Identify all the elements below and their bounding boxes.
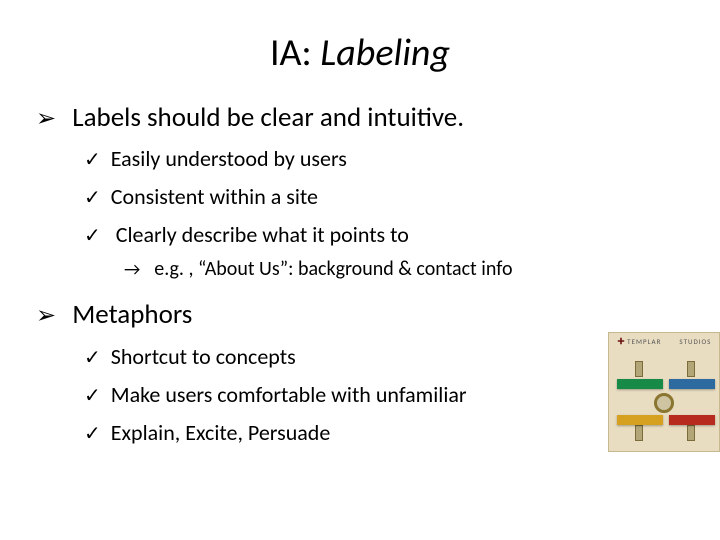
bullet-text: Consistent within a site (111, 183, 318, 210)
sub-bullet: Consistent within a site (84, 182, 684, 212)
tower-icon (687, 425, 695, 441)
tower-icon (635, 425, 643, 441)
banner-red (669, 415, 715, 425)
banner-blue (669, 379, 715, 389)
bullet-text: Metaphors (72, 298, 192, 331)
sub-bullet: Clearly describe what it points to e.g. … (84, 220, 684, 283)
metaphor-illustration: TEMPLAR STUDIOS (608, 332, 720, 452)
tower-icon (687, 361, 695, 377)
illus-logo-right-text: STUDIOS (679, 337, 711, 346)
sub-bullet: Make users comfortable with unfamiliar (84, 380, 684, 410)
slide-body: Labels should be clear and intuitive. Ea… (36, 100, 684, 448)
illus-logo-right: STUDIOS (679, 337, 711, 346)
bullet-text: e.g. , “About Us”: background & contact … (154, 257, 512, 281)
bullet-text: Labels should be clear and intuitive. (72, 101, 464, 134)
subsublist: e.g. , “About Us”: background & contact … (124, 256, 684, 283)
illus-logo-left: TEMPLAR (617, 337, 662, 346)
bullet-text: Easily understood by users (111, 145, 347, 172)
sub-bullet: Explain, Excite, Persuade (84, 418, 684, 448)
bullet-text: Make users comfortable with unfamiliar (111, 381, 467, 408)
bullet-list: Labels should be clear and intuitive. Ea… (36, 100, 684, 448)
tower-icon (635, 361, 643, 377)
bullet-text: Clearly describe what it points to (116, 221, 409, 248)
illus-logo-row: TEMPLAR STUDIOS (609, 337, 719, 346)
sub-bullet: Easily understood by users (84, 144, 684, 174)
title-plain: IA: (270, 30, 320, 76)
bullet-text: Shortcut to concepts (111, 343, 296, 370)
title-italic: Labeling (320, 30, 450, 76)
sub-bullet: Shortcut to concepts (84, 342, 684, 372)
illus-logo-left-text: TEMPLAR (627, 337, 661, 346)
sublist-labels: Easily understood by users Consistent wi… (84, 144, 684, 283)
castle-icon (654, 393, 674, 413)
slide: IA: Labeling Labels should be clear and … (0, 0, 720, 540)
bullet-metaphors: Metaphors Shortcut to concepts Make user… (36, 297, 684, 447)
bullet-labels: Labels should be clear and intuitive. Ea… (36, 100, 684, 283)
banner-yellow (617, 415, 663, 425)
cross-icon (617, 337, 625, 345)
banner-green (617, 379, 663, 389)
sublist-metaphors: Shortcut to concepts Make users comforta… (84, 342, 684, 448)
sub-sub-bullet: e.g. , “About Us”: background & contact … (124, 256, 684, 283)
slide-title: IA: Labeling (36, 30, 684, 76)
bullet-text: Explain, Excite, Persuade (111, 419, 331, 446)
